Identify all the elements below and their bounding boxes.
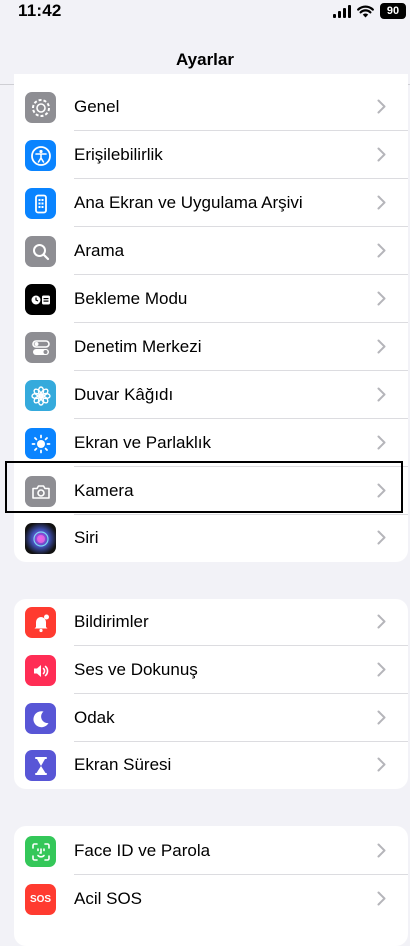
settings-row-label: Bildirimler — [74, 612, 149, 631]
wallpaper-flower-icon — [25, 380, 56, 411]
row-divider — [74, 645, 408, 646]
row-divider — [74, 418, 408, 419]
settings-group-security: Face ID ve Parola SOS Acil SOS — [14, 826, 408, 946]
settings-row-ekran-suresi[interactable]: Ekran Süresi — [14, 742, 408, 789]
siri-icon — [25, 523, 56, 554]
settings-row-genel[interactable]: Genel — [14, 84, 408, 131]
settings-row-bekleme-modu[interactable]: Bekleme Modu — [14, 276, 408, 323]
row-divider — [74, 874, 408, 875]
chevron-right-icon — [377, 614, 386, 629]
cellular-signal-icon — [333, 4, 351, 18]
control-center-icon — [25, 332, 56, 363]
face-id-icon — [25, 836, 56, 867]
settings-row-label: Ana Ekran ve Uygulama Arşivi — [74, 193, 303, 212]
settings-row-kamera[interactable]: Kamera — [14, 468, 408, 515]
settings-row-bildirimler[interactable]: Bildirimler — [14, 599, 408, 646]
settings-row-ses-dokunus[interactable]: Ses ve Dokunuş — [14, 647, 408, 694]
moon-icon — [25, 703, 56, 734]
brightness-icon — [25, 428, 56, 459]
camera-icon — [25, 476, 56, 507]
row-divider — [74, 130, 408, 131]
status-indicators: 90 — [333, 3, 406, 19]
row-divider — [74, 178, 408, 179]
bell-icon — [25, 607, 56, 638]
home-screen-icon — [25, 188, 56, 219]
chevron-right-icon — [377, 843, 386, 858]
chevron-right-icon — [377, 662, 386, 677]
settings-row-duvar-kagidi[interactable]: Duvar Kâğıdı — [14, 372, 408, 419]
search-icon — [25, 236, 56, 267]
settings-row-ekran-parlaklik[interactable]: Ekran ve Parlaklık — [14, 420, 408, 467]
settings-row-label: Ses ve Dokunuş — [74, 660, 198, 679]
row-divider — [74, 693, 408, 694]
chevron-right-icon — [377, 195, 386, 210]
settings-row-face-id[interactable]: Face ID ve Parola — [14, 828, 408, 875]
row-divider — [74, 466, 408, 467]
wifi-icon — [357, 5, 374, 17]
settings-row-label: Odak — [74, 708, 115, 727]
chevron-right-icon — [377, 483, 386, 498]
settings-row-arama[interactable]: Arama — [14, 228, 408, 275]
settings-row-label: Kamera — [74, 481, 134, 500]
settings-row-label: Denetim Merkezi — [74, 337, 202, 356]
status-bar: 11:42 90 — [0, 0, 410, 24]
settings-group-notifications: Bildirimler Ses ve Dokunuş Odak Ekran Sü… — [14, 599, 408, 789]
hourglass-icon — [25, 750, 56, 781]
settings-row-label: Siri — [74, 528, 99, 547]
chevron-right-icon — [377, 435, 386, 450]
chevron-right-icon — [377, 147, 386, 162]
settings-row-label: Bekleme Modu — [74, 289, 188, 308]
status-time: 11:42 — [18, 1, 62, 20]
settings-row-label: Ekran ve Parlaklık — [74, 433, 211, 452]
row-divider — [74, 274, 408, 275]
chevron-right-icon — [377, 387, 386, 402]
row-divider — [74, 370, 408, 371]
settings-row-denetim-merkezi[interactable]: Denetim Merkezi — [14, 324, 408, 371]
accessibility-icon — [25, 140, 56, 171]
settings-row-erisilebilirlik[interactable]: Erişilebilirlik — [14, 132, 408, 179]
settings-group-general: Genel Erişilebilirlik Ana Ekran ve Uygul… — [14, 74, 408, 562]
chevron-right-icon — [377, 243, 386, 258]
settings-row-label: Duvar Kâğıdı — [74, 385, 174, 404]
row-divider — [74, 322, 408, 323]
settings-row-label: Ekran Süresi — [74, 755, 172, 774]
settings-row-label: Acil SOS — [74, 889, 143, 908]
standby-icon — [25, 284, 56, 315]
chevron-right-icon — [377, 757, 386, 772]
chevron-right-icon — [377, 530, 386, 545]
settings-row-label: Genel — [74, 97, 120, 116]
chevron-right-icon — [377, 710, 386, 725]
chevron-right-icon — [377, 891, 386, 906]
gear-icon — [25, 92, 56, 123]
settings-row-odak[interactable]: Odak — [14, 695, 408, 742]
settings-row-label: Face ID ve Parola — [74, 841, 211, 860]
page-title: Ayarlar — [176, 50, 234, 69]
settings-row-label: Arama — [74, 241, 125, 260]
speaker-icon — [25, 655, 56, 686]
settings-row-siri[interactable]: Siri — [14, 515, 408, 562]
settings-row-label: Erişilebilirlik — [74, 145, 163, 164]
chevron-right-icon — [377, 99, 386, 114]
row-divider — [74, 226, 408, 227]
chevron-right-icon — [377, 339, 386, 354]
battery-level: 90 — [380, 3, 406, 19]
settings-row-ana-ekran[interactable]: Ana Ekran ve Uygulama Arşivi — [14, 180, 408, 227]
chevron-right-icon — [377, 291, 386, 306]
